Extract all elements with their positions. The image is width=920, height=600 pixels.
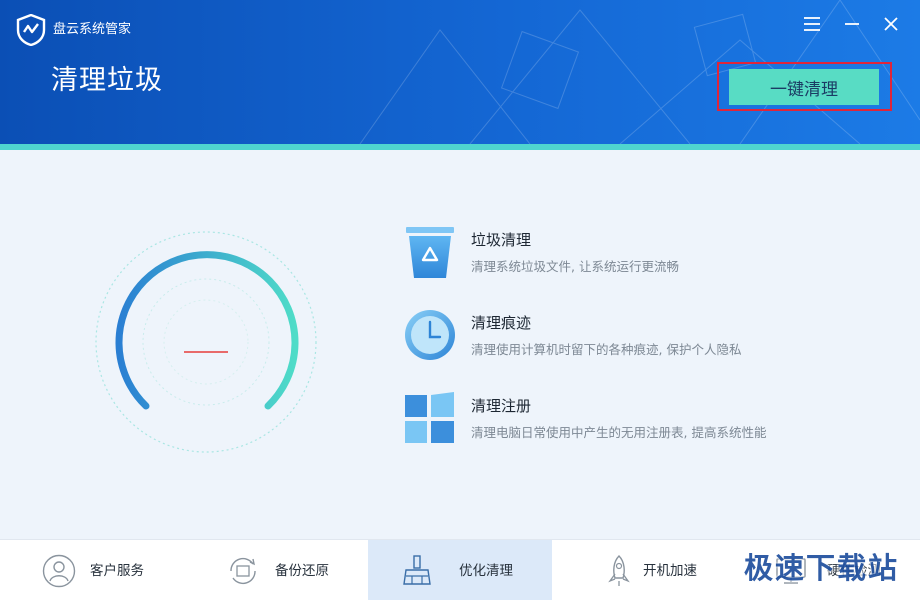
nav-label: 开机加速 [643, 563, 697, 579]
feature-title: 清理痕迹 [471, 314, 532, 332]
nav-label: 客户服务 [90, 563, 144, 579]
logo-icon [16, 14, 46, 46]
clock-icon [405, 310, 455, 360]
feature-junk-clean: 垃圾清理 清理系统垃圾文件, 让系统运行更流畅 [404, 226, 824, 286]
one-click-clean-button[interactable]: 一键清理 [729, 69, 879, 105]
feature-title: 垃圾清理 [471, 231, 532, 249]
nav-label: 优化清理 [459, 563, 513, 579]
feature-trace-clean: 清理痕迹 清理使用计算机时留下的各种痕迹, 保护个人隐私 [404, 309, 824, 369]
nav-boot-speedup[interactable]: 开机加速 [552, 540, 736, 600]
feature-registry-clean: 清理注册 清理电脑日常使用中产生的无用注册表, 提高系统性能 [404, 392, 824, 452]
feature-title: 清理注册 [471, 397, 532, 415]
broom-icon [403, 555, 431, 585]
nav-optimize-clean[interactable]: 优化清理 [368, 540, 552, 600]
nav-backup-restore[interactable]: 备份还原 [184, 540, 368, 600]
header-accent-stripe [0, 144, 920, 150]
feature-desc: 清理使用计算机时留下的各种痕迹, 保护个人隐私 [471, 342, 742, 357]
feature-desc: 清理电脑日常使用中产生的无用注册表, 提高系统性能 [471, 425, 767, 440]
scan-gauge [95, 231, 317, 453]
registry-icon [405, 392, 454, 443]
menu-icon[interactable] [800, 12, 824, 36]
feature-desc: 清理系统垃圾文件, 让系统运行更流畅 [471, 259, 679, 274]
watermark-text: 极速下载站 [744, 551, 900, 585]
page-title: 清理垃圾 [51, 65, 163, 96]
nav-label: 备份还原 [275, 563, 329, 579]
close-icon[interactable] [879, 12, 903, 36]
customer-service-icon [42, 554, 76, 588]
rocket-icon [608, 555, 630, 586]
app-name: 盘云系统管家 [53, 22, 132, 37]
backup-restore-icon [230, 557, 256, 585]
trash-icon [406, 227, 454, 278]
nav-customer-service[interactable]: 客户服务 [0, 540, 184, 600]
minimize-icon[interactable] [840, 12, 864, 36]
